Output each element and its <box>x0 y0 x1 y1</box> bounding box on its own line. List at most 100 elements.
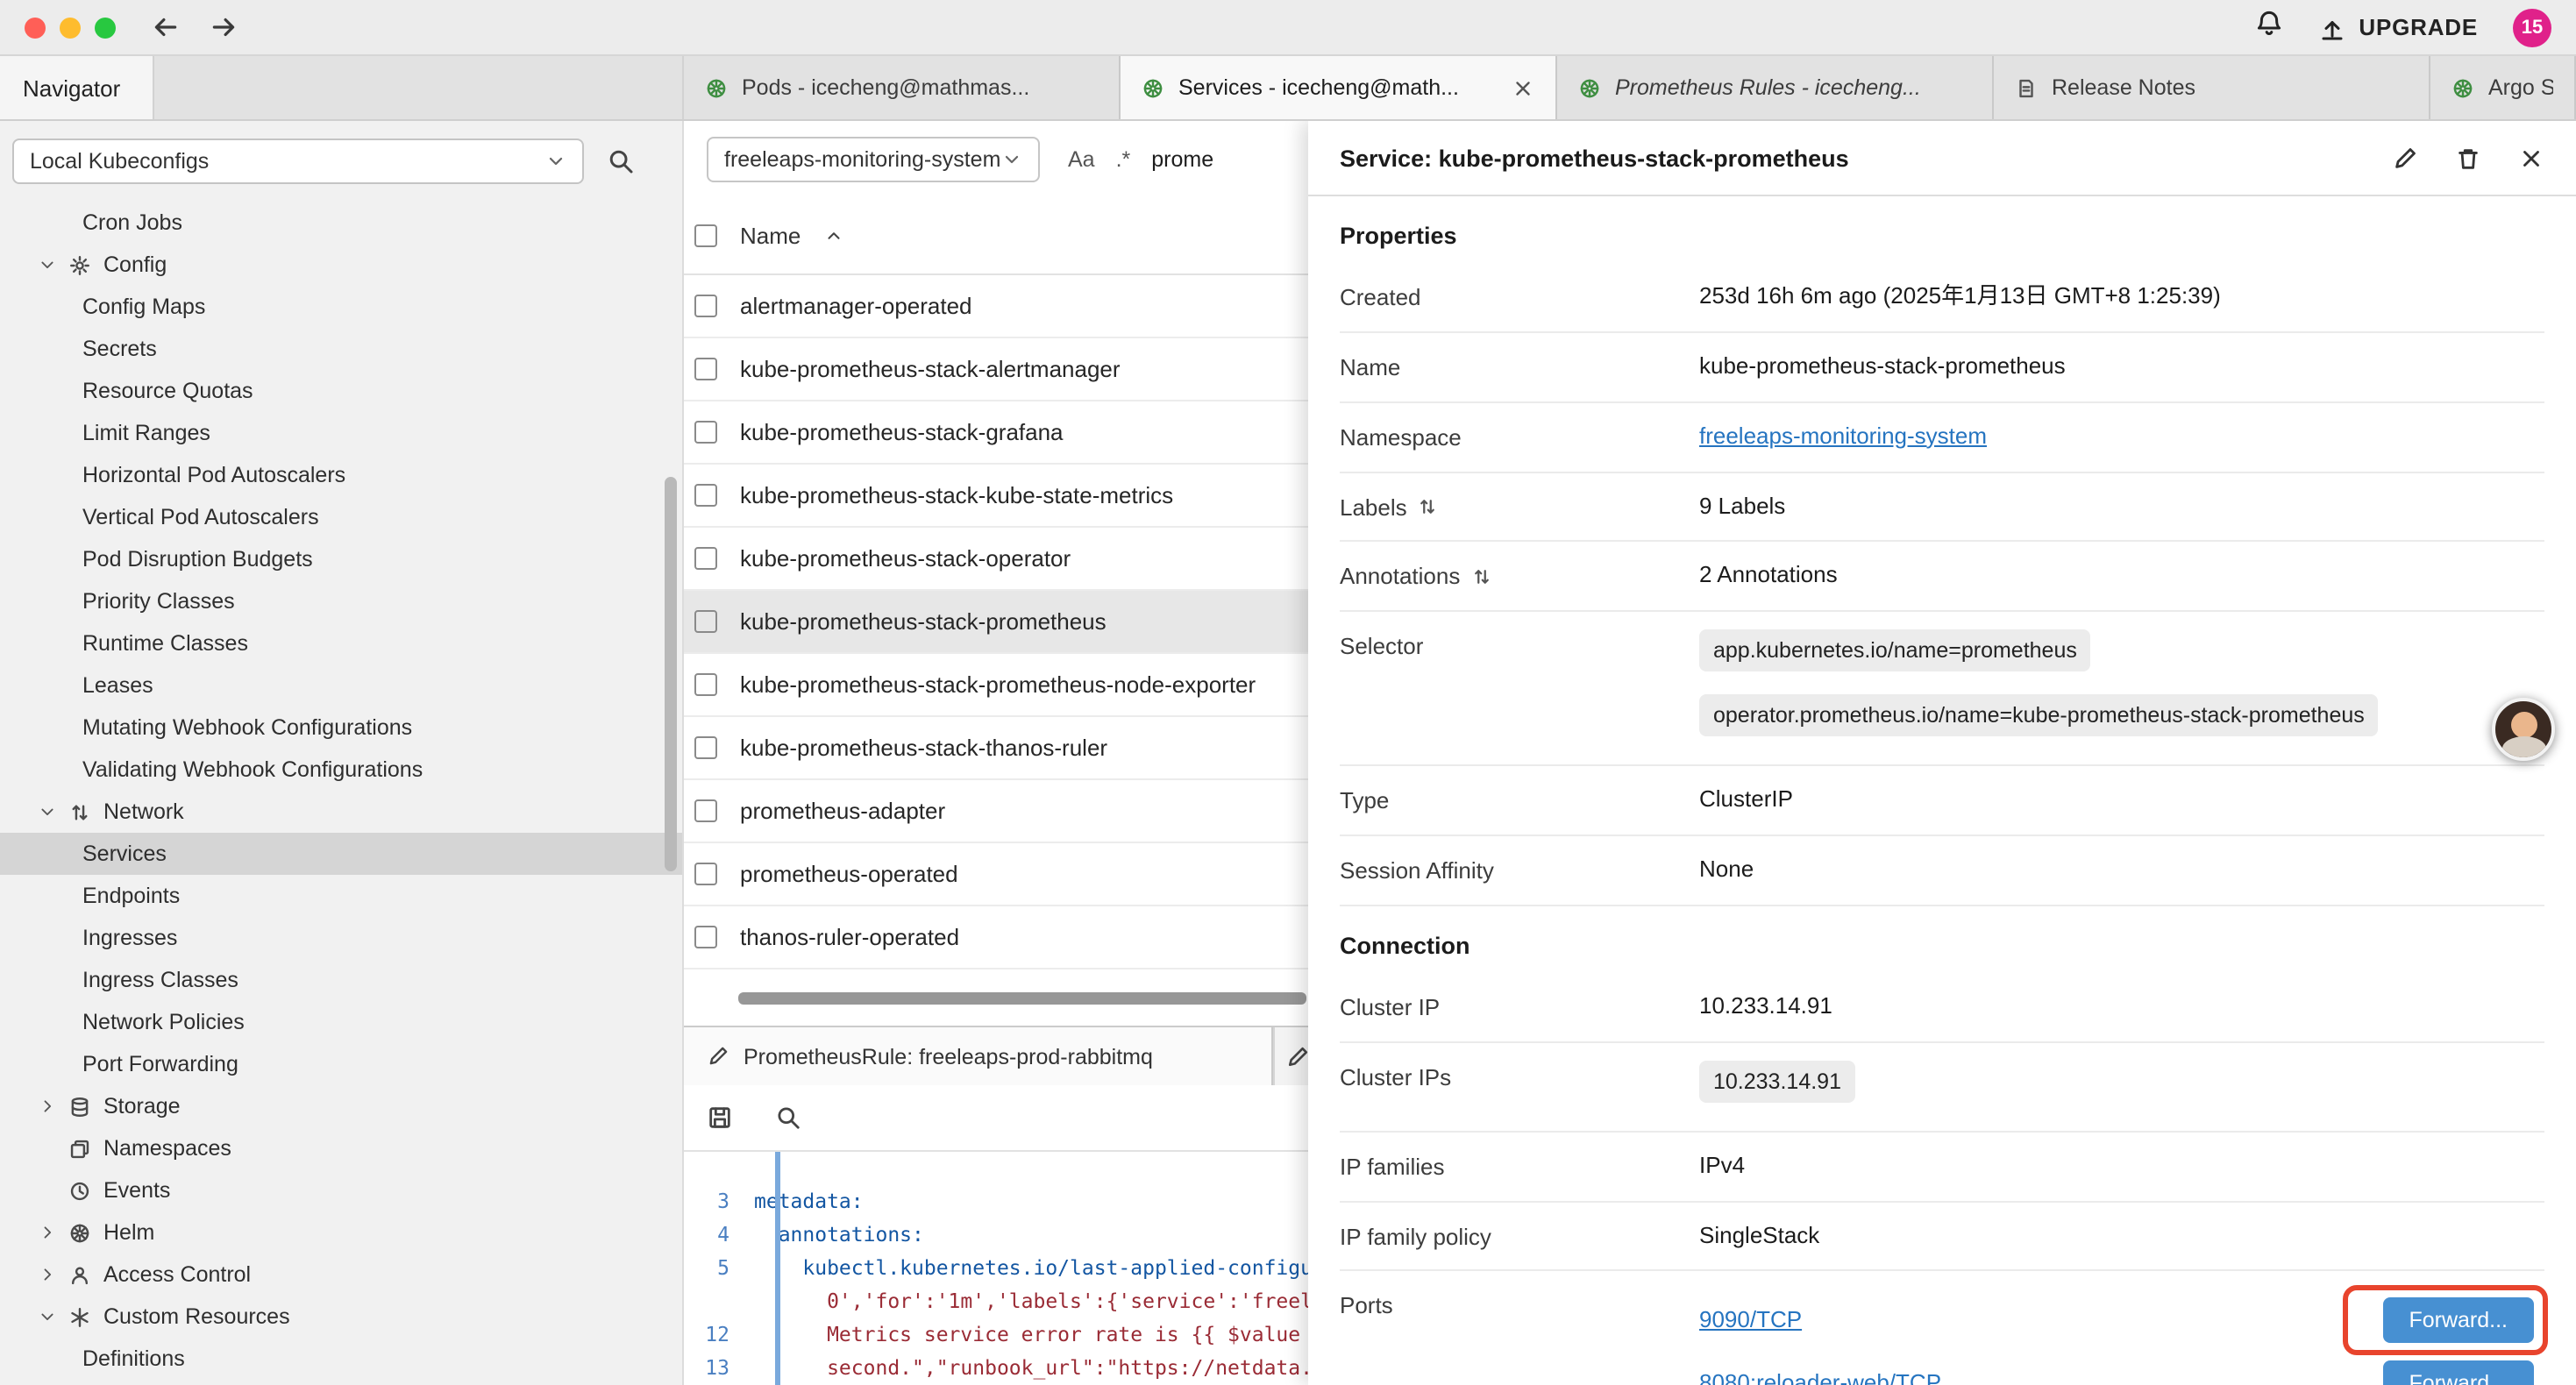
select-all-checkbox[interactable] <box>694 224 717 247</box>
forward-button[interactable]: Forward... <box>2382 1298 2534 1344</box>
sidebar-item-storage[interactable]: Storage <box>0 1085 682 1127</box>
table-row-alertmanager-operated[interactable]: alertmanager-operated <box>684 275 1308 338</box>
sidebar-item-secrets[interactable]: Secrets <box>0 328 682 370</box>
caret-up-icon[interactable] <box>823 226 843 245</box>
table-row-kube-prometheus-stack-prometheus[interactable]: kube-prometheus-stack-prometheus <box>684 591 1308 654</box>
table-row-kube-prometheus-stack-alertmanager[interactable]: kube-prometheus-stack-alertmanager <box>684 338 1308 401</box>
row-checkbox[interactable] <box>694 736 717 759</box>
table-row-thanos-ruler-operated[interactable]: thanos-ruler-operated <box>684 906 1308 970</box>
table-row-kube-prometheus-stack-kube-state-metrics[interactable]: kube-prometheus-stack-kube-state-metrics <box>684 465 1308 528</box>
table-row-prometheus-operated[interactable]: prometheus-operated <box>684 843 1308 906</box>
chevron-down-icon[interactable] <box>39 1308 56 1325</box>
case-sensitive-toggle[interactable]: Aa <box>1068 147 1095 172</box>
tab-pods-icecheng-mathmas[interactable]: Pods - icecheng@mathmas... <box>684 56 1121 119</box>
zoom-window-button[interactable] <box>95 17 116 38</box>
sidebar-item-mutating-webhook-configurations[interactable]: Mutating Webhook Configurations <box>0 707 682 749</box>
search-icon[interactable] <box>775 1104 801 1131</box>
namespace-selector[interactable]: freeleaps-monitoring-system <box>707 137 1040 182</box>
sidebar-item-cron-jobs[interactable]: Cron Jobs <box>0 202 682 244</box>
sidebar-item-ingresses[interactable]: Ingresses <box>0 917 682 959</box>
table-row-kube-prometheus-stack-thanos-ruler[interactable]: kube-prometheus-stack-thanos-ruler <box>684 717 1308 780</box>
table-row-kube-prometheus-stack-operator[interactable]: kube-prometheus-stack-operator <box>684 528 1308 591</box>
sidebar-item-priority-classes[interactable]: Priority Classes <box>0 580 682 622</box>
row-checkbox[interactable] <box>694 484 717 507</box>
sidebar-item-config-maps[interactable]: Config Maps <box>0 286 682 328</box>
sidebar-item-custom-resources[interactable]: Custom Resources <box>0 1296 682 1338</box>
table-row-kube-prometheus-stack-grafana[interactable]: kube-prometheus-stack-grafana <box>684 401 1308 465</box>
forward-button[interactable]: Forward... <box>2382 1361 2534 1385</box>
chevron-down-icon[interactable] <box>39 803 56 820</box>
sidebar-item-ingress-classes[interactable]: Ingress Classes <box>0 959 682 1001</box>
chevron-right-icon[interactable] <box>39 1266 56 1283</box>
tab-argo-se[interactable]: Argo Se <box>2430 56 2576 119</box>
chevron-right-icon[interactable] <box>39 1097 56 1115</box>
forward-icon[interactable] <box>209 12 238 42</box>
row-checkbox[interactable] <box>694 547 717 570</box>
close-icon[interactable] <box>2518 145 2544 171</box>
bell-icon[interactable] <box>2255 9 2283 37</box>
dock-tab-prometheusrule[interactable]: PrometheusRule: freeleaps-prod-rabbitmq <box>684 1027 1273 1085</box>
swap-vertical-icon[interactable] <box>1470 566 1491 587</box>
detail-label: Type <box>1340 784 1699 813</box>
row-checkbox[interactable] <box>694 673 717 696</box>
row-checkbox[interactable] <box>694 421 717 444</box>
sidebar-item-pod-disruption-budgets[interactable]: Pod Disruption Budgets <box>0 538 682 580</box>
yaml-editor[interactable]: 3metadata:4 annotations:5 kubectl.kubern… <box>684 1152 1308 1385</box>
sidebar-item-events[interactable]: Events <box>0 1169 682 1211</box>
sidebar-scrollbar-thumb[interactable] <box>665 477 677 871</box>
search-value[interactable]: prome <box>1151 147 1213 172</box>
row-checkbox[interactable] <box>694 610 717 633</box>
close-window-button[interactable] <box>25 17 46 38</box>
sidebar-item-validating-webhook-configurations[interactable]: Validating Webhook Configurations <box>0 749 682 791</box>
floating-avatar[interactable] <box>2492 698 2555 761</box>
sidebar-item-network[interactable]: Network <box>0 791 682 833</box>
sidebar-item-access-control[interactable]: Access Control <box>0 1254 682 1296</box>
namespace-link[interactable]: freeleaps-monitoring-system <box>1699 422 1987 448</box>
sidebar-item-vertical-pod-autoscalers[interactable]: Vertical Pod Autoscalers <box>0 496 682 538</box>
navigator-tab[interactable]: Navigator <box>0 56 154 119</box>
pencil-icon[interactable] <box>2392 145 2418 171</box>
tab-close-icon[interactable] <box>1512 76 1534 99</box>
notification-badge[interactable]: 15 <box>2513 8 2551 46</box>
sidebar-item-definitions[interactable]: Definitions <box>0 1338 682 1380</box>
back-icon[interactable] <box>151 12 181 42</box>
table-row-prometheus-adapter[interactable]: prometheus-adapter <box>684 780 1308 843</box>
sidebar-item-endpoints[interactable]: Endpoints <box>0 875 682 917</box>
sidebar-item-namespaces[interactable]: Namespaces <box>0 1127 682 1169</box>
sidebar-item-runtime-classes[interactable]: Runtime Classes <box>0 622 682 664</box>
table-row-kube-prometheus-stack-prometheus-node-exporter[interactable]: kube-prometheus-stack-prometheus-node-ex… <box>684 654 1308 717</box>
chevron-down-icon[interactable] <box>39 256 56 273</box>
row-checkbox[interactable] <box>694 926 717 948</box>
object-search-input[interactable]: Aa .* prome <box>1068 147 1213 172</box>
trash-icon[interactable] <box>2455 145 2481 171</box>
swap-vertical-icon[interactable] <box>1418 496 1439 517</box>
search-icon[interactable] <box>607 147 635 175</box>
port-link[interactable]: 8080:reloader-web/TCP <box>1699 1367 1941 1385</box>
name-column-header[interactable]: Name <box>740 223 801 249</box>
sidebar-item-resource-quotas[interactable]: Resource Quotas <box>0 370 682 412</box>
chevron-right-icon[interactable] <box>39 1224 56 1241</box>
dock-tab-partial[interactable] <box>1273 1027 1308 1085</box>
row-checkbox[interactable] <box>694 358 717 380</box>
minimize-window-button[interactable] <box>60 17 81 38</box>
row-checkbox[interactable] <box>694 799 717 822</box>
sidebar-item-services[interactable]: Services <box>0 833 682 875</box>
sidebar-item-port-forwarding[interactable]: Port Forwarding <box>0 1043 682 1085</box>
sidebar-item-network-policies[interactable]: Network Policies <box>0 1001 682 1043</box>
row-checkbox[interactable] <box>694 863 717 885</box>
row-checkbox[interactable] <box>694 295 717 317</box>
tab-release-notes[interactable]: Release Notes <box>1994 56 2430 119</box>
horizontal-scrollbar-thumb[interactable] <box>738 992 1306 1005</box>
sidebar-item-horizontal-pod-autoscalers[interactable]: Horizontal Pod Autoscalers <box>0 454 682 496</box>
floppy-icon[interactable] <box>707 1104 733 1131</box>
sidebar-item-limit-ranges[interactable]: Limit Ranges <box>0 412 682 454</box>
tab-services-icecheng-math[interactable]: Services - icecheng@math... <box>1121 56 1557 119</box>
sidebar-item-config[interactable]: Config <box>0 244 682 286</box>
sidebar-item-leases[interactable]: Leases <box>0 664 682 707</box>
regex-toggle[interactable]: .* <box>1116 147 1131 172</box>
tab-prometheus-rules-icecheng[interactable]: Prometheus Rules - icecheng... <box>1557 56 1994 119</box>
port-link[interactable]: 9090/TCP <box>1699 1304 1802 1338</box>
kubeconfig-selector[interactable]: Local Kubeconfigs <box>12 138 584 184</box>
sidebar-item-helm[interactable]: Helm <box>0 1211 682 1254</box>
upgrade-button[interactable]: UPGRADE <box>2318 13 2478 41</box>
